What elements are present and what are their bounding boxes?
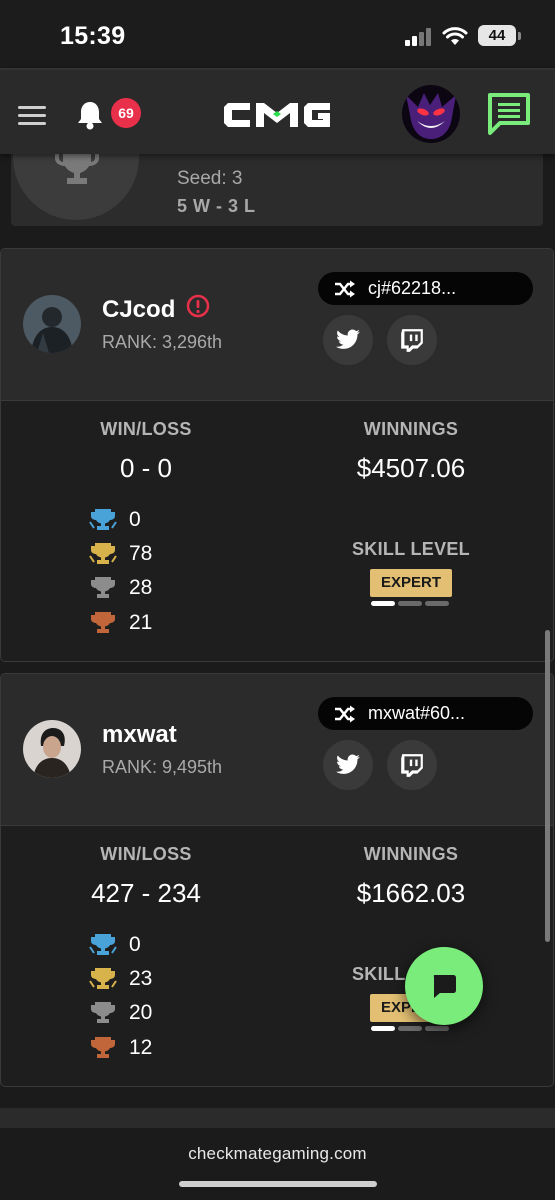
url-bar[interactable]: checkmategaming.com: [0, 1144, 555, 1164]
winnings-value: $4507.06: [356, 453, 466, 483]
notification-badge[interactable]: 69: [111, 98, 141, 128]
browser-footer: checkmategaming.com: [0, 1128, 555, 1200]
silver-trophy-icon: [91, 577, 115, 598]
trophy-count: 20: [129, 1001, 153, 1024]
twitter-icon: [336, 754, 360, 774]
seed-number: Seed: 3: [177, 168, 243, 189]
scrollbar[interactable]: [545, 630, 550, 942]
player-card: CJcod RANK: 3,296th cj#62218... WIN/LOSS…: [0, 248, 554, 662]
chat-fab-button[interactable]: [405, 947, 483, 1025]
player-card-header: CJcod RANK: 3,296th cj#62218...: [1, 249, 553, 401]
signal-icon: [405, 28, 433, 46]
player-rank: RANK: 9,495th: [102, 757, 223, 777]
twitch-icon: [401, 329, 423, 352]
win-loss-value: 427 - 234: [91, 878, 201, 908]
player-avatar[interactable]: [23, 720, 81, 778]
player-card: mxwat RANK: 9,495th mxwat#60... WIN/LOSS: [0, 673, 554, 1087]
status-bar: 15:39 44: [0, 0, 555, 68]
trophy-count: 28: [129, 576, 153, 599]
next-card-edge: [0, 1108, 555, 1128]
gamer-tag-text: mxwat#60...: [368, 703, 466, 723]
player-name[interactable]: mxwat: [102, 721, 177, 749]
chat-icon[interactable]: [486, 92, 532, 136]
trophy-count: 78: [129, 542, 153, 565]
trophy-count: 23: [129, 967, 153, 990]
twitter-icon: [336, 329, 360, 349]
gamer-tag[interactable]: cj#62218...: [318, 272, 533, 305]
twitter-button[interactable]: [323, 315, 373, 365]
winnings-label: WINNINGS: [363, 419, 459, 439]
battery-level: 44: [478, 25, 516, 46]
winnings-value: $1662.03: [356, 878, 466, 908]
player-avatar[interactable]: [23, 295, 81, 353]
gold-trophy-icon: [89, 968, 117, 989]
shuffle-icon: [335, 705, 355, 723]
battery-tip: [518, 32, 521, 40]
blue-trophy-icon: [89, 934, 117, 955]
gamer-tag[interactable]: mxwat#60...: [318, 697, 533, 730]
twitter-button[interactable]: [323, 740, 373, 790]
skill-bar-segment: [398, 601, 422, 606]
status-time: 15:39: [60, 22, 126, 50]
gold-trophy-icon: [89, 543, 117, 564]
bell-icon[interactable]: [76, 100, 104, 130]
shuffle-icon: [335, 280, 355, 298]
skill-bar-segment: [425, 1026, 449, 1031]
message-icon: [433, 975, 456, 998]
twitch-icon: [401, 754, 423, 777]
bronze-trophy-icon: [91, 612, 115, 633]
wifi-icon: [442, 27, 468, 45]
winnings-label: WINNINGS: [363, 844, 459, 864]
player-name[interactable]: CJcod: [102, 296, 175, 324]
win-loss-label: WIN/LOSS: [100, 844, 192, 864]
player-rank: RANK: 3,296th: [102, 332, 223, 352]
trophy-count: 0: [129, 508, 141, 531]
skill-bar-segment: [371, 601, 395, 606]
skill-bar-segment: [398, 1026, 422, 1031]
hamburger-icon[interactable]: [18, 106, 46, 126]
trophy-placeholder: [13, 144, 139, 220]
skill-bar-segment: [425, 601, 449, 606]
twitch-button[interactable]: [387, 740, 437, 790]
trophy-count: 0: [129, 933, 141, 956]
gamer-tag-text: cj#62218...: [368, 278, 457, 298]
alert-icon[interactable]: [186, 294, 210, 318]
skill-level-badge: EXPERT: [370, 569, 452, 597]
win-loss-value: 0 - 0: [119, 453, 173, 483]
blue-trophy-icon: [89, 509, 117, 530]
user-avatar[interactable]: [402, 85, 460, 143]
seed-record: 5 W - 3 L: [177, 196, 256, 216]
silver-trophy-icon: [91, 1002, 115, 1023]
bronze-trophy-icon: [91, 1037, 115, 1058]
trophy-count: 21: [129, 611, 153, 634]
twitch-button[interactable]: [387, 315, 437, 365]
cmg-logo[interactable]: [222, 100, 332, 130]
skill-bar-segment: [371, 1026, 395, 1031]
skill-level-label: SKILL LEVEL: [352, 539, 470, 559]
trophy-count: 12: [129, 1036, 153, 1059]
player-card-header: mxwat RANK: 9,495th mxwat#60...: [1, 674, 553, 826]
win-loss-label: WIN/LOSS: [100, 419, 192, 439]
top-nav: 69: [0, 68, 555, 154]
bracket-seed-card: Seed: 3 5 W - 3 L: [11, 144, 543, 226]
home-indicator[interactable]: [179, 1181, 377, 1187]
